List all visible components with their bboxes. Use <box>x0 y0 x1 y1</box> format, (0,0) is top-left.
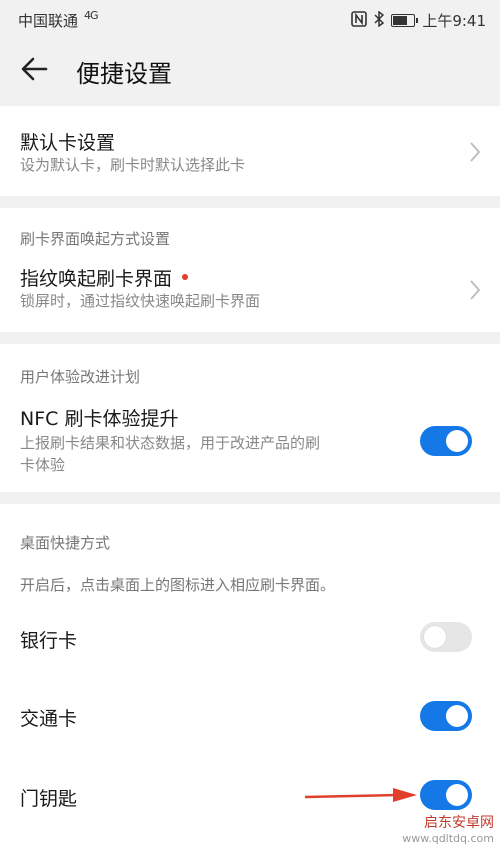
carrier-name: 中国联通 <box>18 12 79 30</box>
shortcut-transit-card-toggle[interactable] <box>420 701 472 731</box>
shortcut-door-key-label: 门钥匙 <box>20 788 78 810</box>
default-card-subtitle: 设为默认卡，刷卡时默认选择此卡 <box>20 156 246 174</box>
network-type: 4G <box>84 9 98 22</box>
default-card-row[interactable]: 默认卡设置 设为默认卡，刷卡时默认选择此卡 <box>0 106 500 196</box>
shortcuts-section: 桌面快捷方式 开启后，点击桌面上的图标进入相应刷卡界面。 银行卡 交通卡 门钥匙 <box>0 504 500 851</box>
nfc-experience-title: NFC 刷卡体验提升 <box>20 408 179 430</box>
status-right: 上午9:41 <box>351 10 486 31</box>
wake-section-label: 刷卡界面唤起方式设置 <box>20 230 171 248</box>
watermark: 启东安卓网 www.qdltdq.com <box>402 815 494 847</box>
watermark-url: www.qdltdq.com <box>402 832 494 845</box>
shortcuts-section-label: 桌面快捷方式 <box>20 534 111 552</box>
shortcut-door-key-toggle[interactable] <box>420 780 472 810</box>
fingerprint-wake-subtitle: 锁屏时，通过指纹快速唤起刷卡界面 <box>20 292 261 310</box>
clock: 上午9:41 <box>422 12 486 30</box>
chevron-right-icon <box>468 140 482 164</box>
ux-section: 用户体验改进计划 NFC 刷卡体验提升 上报刷卡结果和状态数据，用于改进产品的刷… <box>0 344 500 492</box>
new-dot <box>182 273 189 280</box>
chevron-right-icon <box>468 278 482 302</box>
watermark-name: 启东安卓网 <box>424 815 494 831</box>
fingerprint-wake-title: 指纹唤起刷卡界面 <box>20 264 189 291</box>
shortcuts-description: 开启后，点击桌面上的图标进入相应刷卡界面。 <box>20 576 336 594</box>
shortcut-bank-card-toggle[interactable] <box>420 622 472 652</box>
back-arrow-icon[interactable] <box>18 52 52 86</box>
bluetooth-icon <box>374 10 385 31</box>
shortcut-bank-card-label: 银行卡 <box>20 630 78 652</box>
fingerprint-wake-row[interactable]: 指纹唤起刷卡界面 锁屏时，通过指纹快速唤起刷卡界面 <box>0 252 500 332</box>
page-title: 便捷设置 <box>76 60 172 88</box>
annotation-arrow-icon <box>305 788 417 802</box>
nfc-experience-toggle[interactable] <box>420 426 472 456</box>
nfc-experience-subtitle-2: 卡体验 <box>20 456 66 474</box>
default-card-title: 默认卡设置 <box>20 132 116 154</box>
battery-icon <box>391 14 419 27</box>
ux-section-label: 用户体验改进计划 <box>20 368 141 386</box>
wake-section: 刷卡界面唤起方式设置 指纹唤起刷卡界面 锁屏时，通过指纹快速唤起刷卡界面 <box>0 208 500 332</box>
app-header: 便捷设置 <box>0 40 500 102</box>
nfc-experience-subtitle-1: 上报刷卡结果和状态数据，用于改进产品的刷 <box>20 434 321 452</box>
shortcut-transit-card-label: 交通卡 <box>20 708 78 730</box>
status-bar: 中国联通 4G 上午9:41 <box>0 0 500 40</box>
nfc-icon <box>351 10 368 31</box>
